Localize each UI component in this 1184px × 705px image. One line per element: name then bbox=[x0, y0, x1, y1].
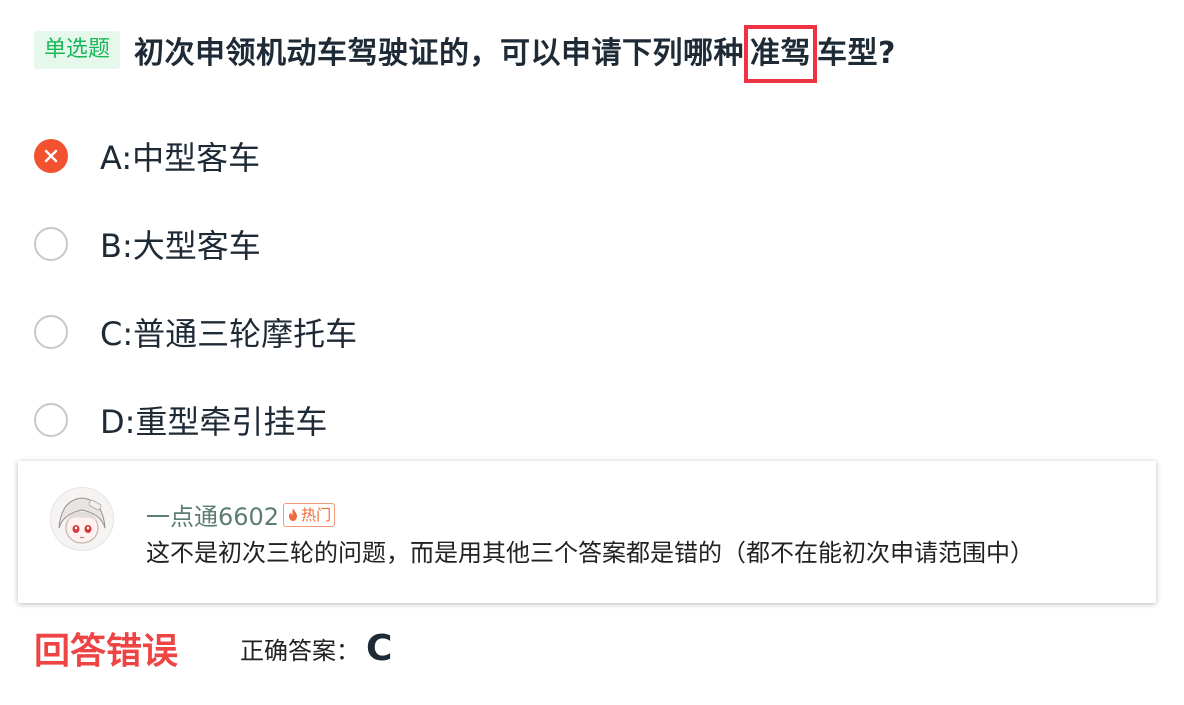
question-text: 初次申领机动车驾驶证的，可以申请下列哪种 准驾 车型? bbox=[134, 24, 896, 83]
comment-card: 一点通6602 热门 这不是初次三轮的问题，而是用其他三个答案都是错的（都不在能… bbox=[18, 461, 1156, 603]
flame-icon bbox=[289, 507, 298, 521]
option-label: D:重型牵引挂车 bbox=[100, 403, 328, 441]
question-text-after: 车型? bbox=[817, 35, 896, 71]
option-d[interactable]: D:重型牵引挂车 bbox=[34, 376, 357, 464]
wrong-mark-icon bbox=[34, 139, 68, 173]
question-type-badge: 单选题 bbox=[34, 31, 121, 69]
hot-badge: 热门 bbox=[283, 502, 336, 527]
options-list: A:中型客车 B:大型客车 C:普通三轮摩托车 D:重型牵引挂车 bbox=[34, 112, 357, 464]
comment-text: 这不是初次三轮的问题，而是用其他三个答案都是错的（都不在能初次申请范围中） bbox=[146, 539, 1034, 567]
avatar[interactable] bbox=[50, 487, 114, 551]
question-page: 单选题 初次申领机动车驾驶证的，可以申请下列哪种 准驾 车型? A:中型客车 B:大… bbox=[0, 0, 1184, 705]
result-status: 回答错误 bbox=[34, 631, 179, 672]
question-header: 单选题 初次申领机动车驾驶证的，可以申请下列哪种 准驾 车型? bbox=[34, 22, 896, 83]
question-text-highlight: 准驾 bbox=[744, 24, 818, 83]
result-row: 回答错误 正确答案： C bbox=[34, 620, 392, 676]
option-label: C:普通三轮摩托车 bbox=[100, 315, 358, 353]
option-a[interactable]: A:中型客车 bbox=[34, 112, 357, 200]
comment-username[interactable]: 一点通6602 bbox=[146, 497, 279, 532]
radio-icon bbox=[34, 315, 68, 349]
correct-answer-label: 正确答案： bbox=[240, 636, 361, 665]
option-b[interactable]: B:大型客车 bbox=[34, 200, 357, 288]
radio-icon bbox=[34, 403, 68, 437]
hot-badge-label: 热门 bbox=[301, 506, 332, 524]
radio-icon bbox=[34, 227, 68, 261]
option-label: A:中型客车 bbox=[100, 139, 261, 177]
correct-answer-value: C bbox=[366, 627, 393, 669]
option-label: B:大型客车 bbox=[100, 227, 261, 265]
comment-user: 一点通6602 热门 bbox=[146, 497, 336, 532]
question-text-before: 初次申领机动车驾驶证的，可以申请下列哪种 bbox=[134, 35, 745, 71]
option-c[interactable]: C:普通三轮摩托车 bbox=[34, 288, 357, 376]
